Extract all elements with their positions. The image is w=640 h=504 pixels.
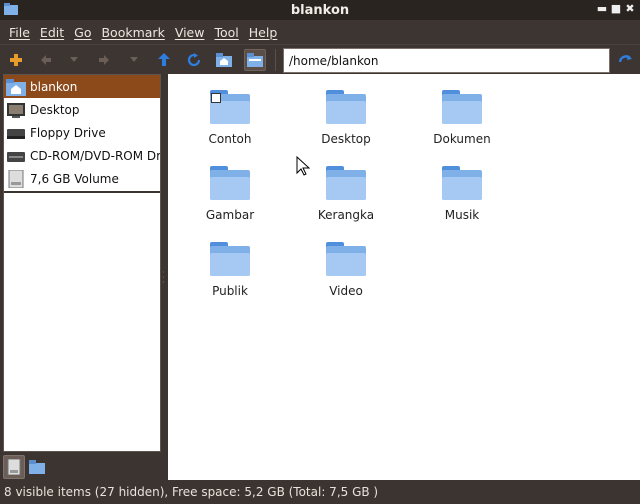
home-folder-icon [6,78,26,96]
file-label: Contoh [208,132,252,146]
cdrom-icon [7,151,25,162]
pane-resize-handle[interactable]: · · · [162,269,166,287]
maximize-icon[interactable]: ■ [610,3,622,15]
new-tab-icon[interactable] [5,49,27,71]
reload-icon[interactable] [183,49,205,71]
mouse-cursor-icon [296,156,310,176]
file-item-gambar[interactable]: Gambar [175,164,285,222]
place-desktop[interactable]: Desktop [4,98,160,121]
location-input[interactable] [283,48,610,73]
file-item-desktop[interactable]: Desktop [291,88,401,146]
place-home[interactable]: blankon [4,75,160,98]
place-label: Floppy Drive [30,125,106,140]
file-label: Kerangka [317,208,375,222]
minimize-icon[interactable]: ▬ [596,3,608,15]
up-icon[interactable] [153,49,175,71]
side-pane-mode-switcher [3,454,161,480]
places-divider [4,191,160,193]
menu-tool[interactable]: Tool [209,25,243,40]
places-pane: blankon Desktop Floppy Drive CD-ROM/DVD-… [3,74,161,452]
file-item-video[interactable]: Video [291,240,401,298]
menu-help[interactable]: Help [244,25,283,40]
back-icon[interactable] [35,49,57,71]
file-item-musik[interactable]: Musik [407,164,517,222]
place-label: blankon [30,79,78,94]
menu-view[interactable]: View [170,25,210,40]
go-icon[interactable] [615,49,637,71]
forward-icon[interactable] [93,49,115,71]
symlink-emblem-icon [211,93,221,103]
window-title: blankon [290,2,350,18]
file-item-contoh[interactable]: Contoh [175,88,285,146]
title-bar: blankon ▬ ■ ✖ [0,0,640,20]
place-volume[interactable]: 7,6 GB Volume [4,167,160,190]
volume-icon [7,459,21,475]
places-mode-button[interactable] [3,455,25,479]
place-label: CD-ROM/DVD-ROM Dr [30,148,161,163]
floppy-icon [7,128,25,139]
folder-icon [210,242,250,276]
place-cdrom[interactable]: CD-ROM/DVD-ROM Dr [4,144,160,167]
folder-icon [326,166,366,200]
place-floppy[interactable]: Floppy Drive [4,121,160,144]
folder-icon [29,460,45,474]
menu-file[interactable]: File [4,25,35,40]
file-item-dokumen[interactable]: Dokumen [407,88,517,146]
file-label: Gambar [205,208,255,222]
place-label: Desktop [30,102,80,117]
forward-history-icon[interactable] [123,49,145,71]
menu-bar: File Edit Go Bookmark View Tool Help [0,21,640,43]
file-item-publik[interactable]: Publik [175,240,285,298]
file-view: Contoh Desktop Dokumen Gambar Kerangka M… [168,74,640,480]
status-bar: 8 visible items (27 hidden), Free space:… [0,482,640,504]
menu-edit[interactable]: Edit [35,25,69,40]
folder-icon [442,166,482,200]
toolbar-separator [275,49,276,71]
file-label: Dokumen [433,132,491,146]
menu-go[interactable]: Go [69,25,96,40]
tree-mode-button[interactable] [26,455,48,479]
folder-icon [210,166,250,200]
places-icon[interactable] [244,49,266,71]
file-label: Desktop [321,132,371,146]
back-history-icon[interactable] [63,49,85,71]
desktop-icon [7,102,25,118]
menu-bookmark[interactable]: Bookmark [96,25,169,40]
toolbar [0,44,640,74]
home-icon[interactable] [213,49,235,71]
folder-icon [326,90,366,124]
close-icon[interactable]: ✖ [624,3,636,15]
folder-icon [442,90,482,124]
folder-icon [326,242,366,276]
file-label: Video [329,284,363,298]
volume-icon [8,169,24,188]
place-label: 7,6 GB Volume [30,171,119,186]
folder-app-icon [4,3,18,15]
file-label: Publik [212,284,248,298]
file-label: Musik [444,208,480,222]
